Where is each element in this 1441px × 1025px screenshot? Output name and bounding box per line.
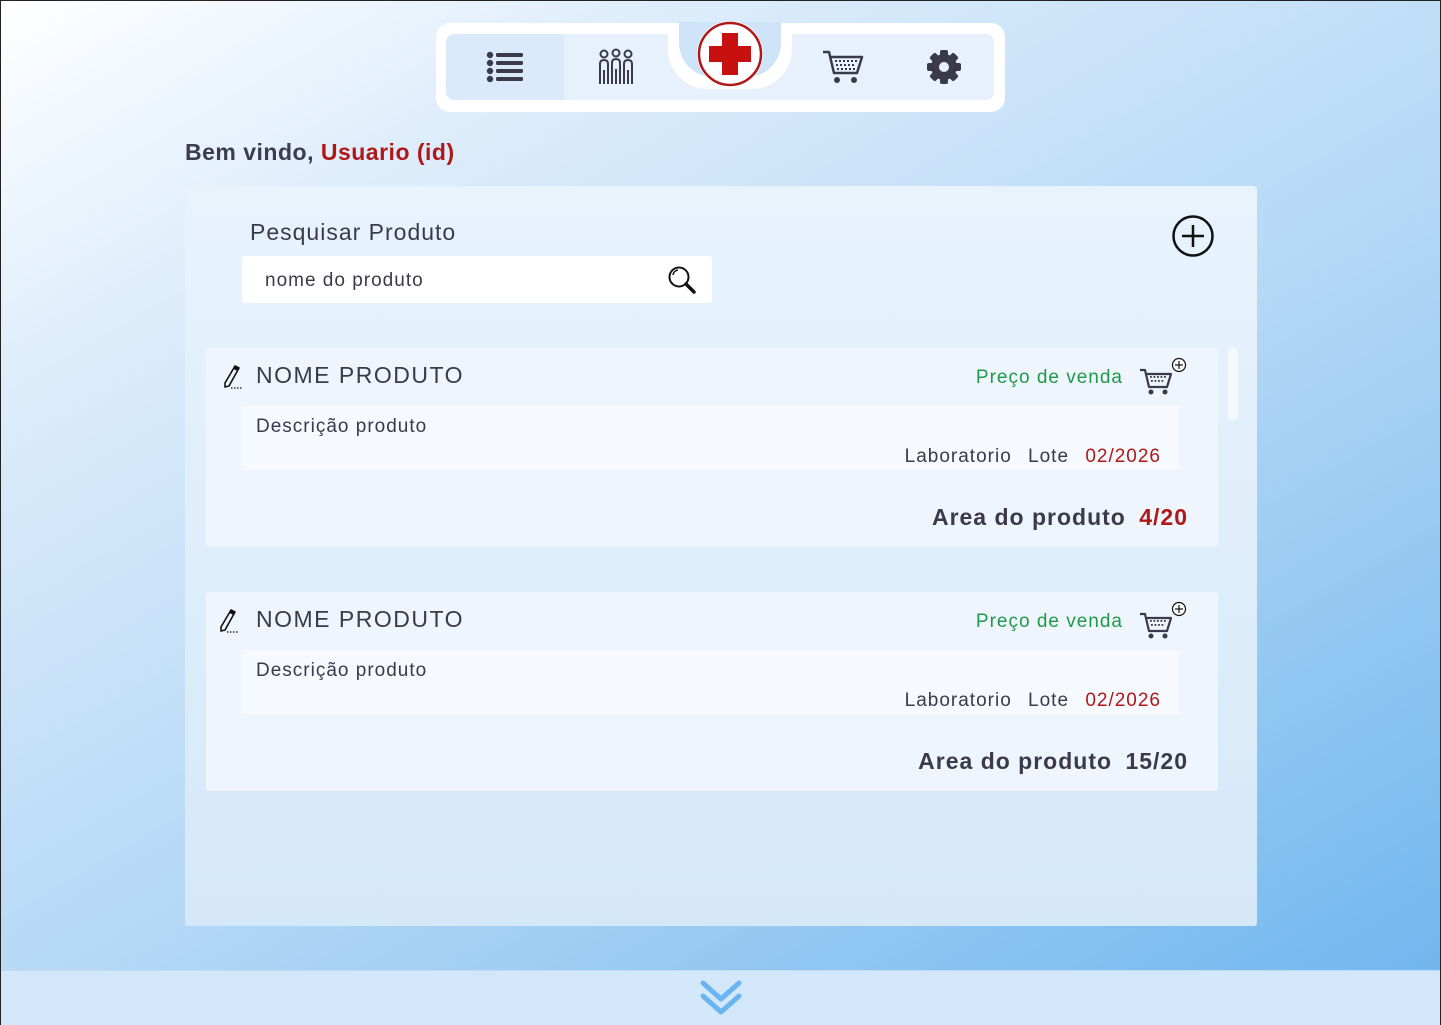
product-description: Descrição produto (256, 416, 428, 437)
chevron-double-down-icon[interactable] (699, 978, 743, 1018)
product-area-count: 15/20 (1125, 748, 1188, 774)
product-area-label: Area do produto (931, 504, 1126, 530)
red-cross-icon (697, 21, 763, 87)
nav-item-settings[interactable] (894, 34, 994, 100)
product-lab-line: Laboratorio Lote 02/2026 (905, 446, 1161, 468)
products-panel: Pesquisar Produto NOME PRODUTO Preço de … (185, 186, 1257, 926)
users-icon (599, 48, 633, 84)
list-scrollbar[interactable] (1228, 348, 1238, 420)
product-name: NOME PRODUTO (256, 362, 464, 388)
product-area-label: Area do produto (918, 748, 1113, 774)
top-navbar (436, 21, 1005, 112)
edit-icon[interactable] (218, 608, 240, 634)
product-lote-date: 02/2026 (1085, 446, 1161, 467)
product-laboratorio: Laboratorio (904, 446, 1012, 467)
welcome-user: Usuario (id) (320, 139, 455, 165)
search-icon[interactable] (667, 265, 697, 295)
product-area: Area do produto 15/20 (918, 748, 1188, 775)
product-lote-label: Lote (1028, 446, 1070, 467)
product-lote-label: Lote (1028, 690, 1070, 711)
product-name: NOME PRODUTO (256, 606, 464, 632)
add-to-cart-icon[interactable] (1138, 356, 1188, 396)
product-laboratorio: Laboratorio (904, 690, 1012, 711)
search-label: Pesquisar Produto (250, 219, 457, 245)
list-icon (486, 51, 523, 83)
add-to-cart-icon[interactable] (1138, 600, 1188, 640)
navbar-inner (446, 21, 994, 100)
nav-item-home[interactable] (697, 21, 763, 87)
product-price-label: Preço de venda (975, 611, 1123, 632)
product-area-count: 4/20 (1139, 504, 1188, 530)
edit-icon[interactable] (222, 364, 244, 390)
welcome-message: Bem vindo, Usuario (id) (185, 139, 455, 166)
welcome-prefix: Bem vindo, (185, 139, 314, 165)
cart-icon (823, 50, 864, 83)
product-lab-line: Laboratorio Lote 02/2026 (905, 690, 1161, 712)
add-product-button[interactable] (1172, 215, 1214, 257)
product-description: Descrição produto (256, 660, 428, 681)
product-description-box: Descrição produto Laboratorio Lote 02/20… (241, 650, 1179, 714)
product-price-label: Preço de venda (975, 367, 1123, 388)
search-input[interactable] (242, 256, 667, 305)
gear-icon (927, 50, 961, 84)
product-description-box: Descrição produto Laboratorio Lote 02/20… (241, 406, 1179, 470)
nav-item-cart[interactable] (792, 34, 894, 100)
search-box (242, 256, 712, 305)
nav-item-list[interactable] (446, 34, 564, 100)
product-lote-date: 02/2026 (1085, 690, 1161, 711)
bottom-bar (1, 970, 1440, 1025)
nav-item-users[interactable] (564, 34, 668, 100)
product-card: NOME PRODUTO Preço de venda Descrição pr… (206, 592, 1218, 791)
product-card: NOME PRODUTO Preço de venda Descrição pr… (206, 348, 1218, 547)
product-area: Area do produto 4/20 (932, 504, 1188, 531)
